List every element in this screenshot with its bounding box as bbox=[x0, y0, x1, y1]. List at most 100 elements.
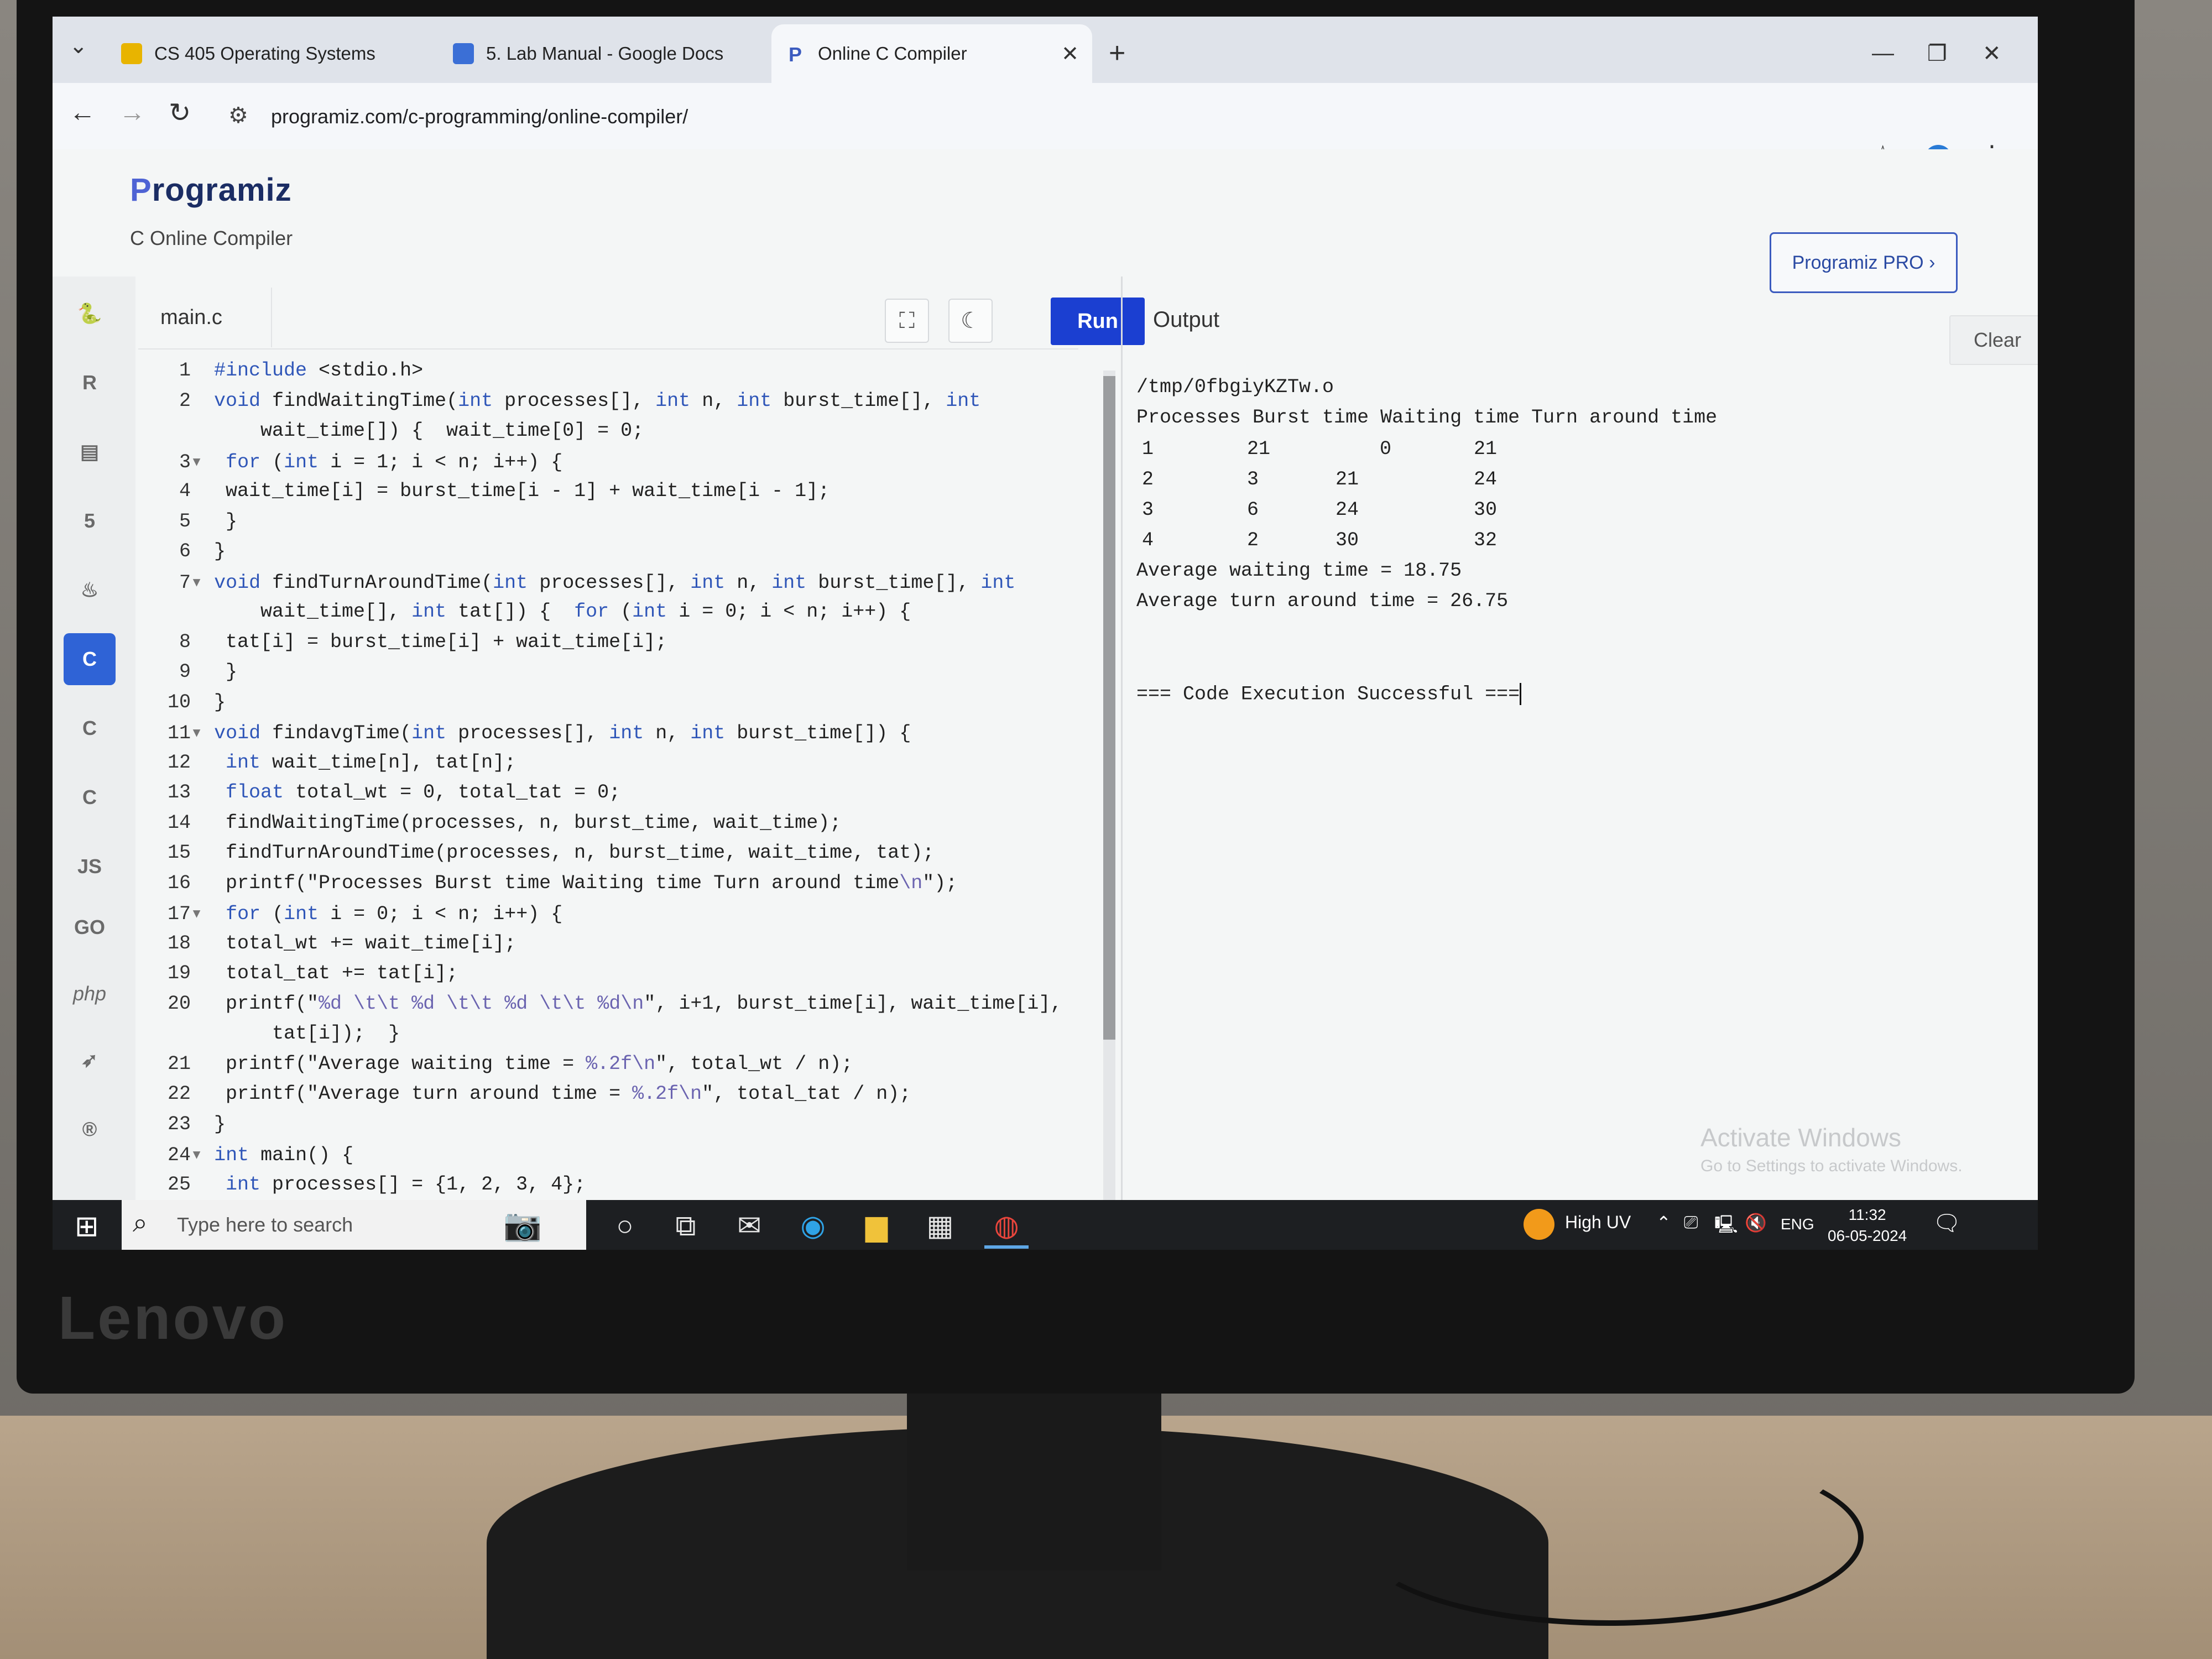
code-line[interactable]: 13 float total_wt = 0, total_tat = 0; bbox=[138, 781, 620, 804]
java-icon[interactable]: ♨ bbox=[64, 564, 116, 616]
sql-icon[interactable]: ▤ bbox=[64, 426, 116, 478]
site-info-icon[interactable]: ⚙ bbox=[228, 103, 248, 128]
code-line[interactable]: 9 } bbox=[138, 661, 237, 683]
fold-caret-icon[interactable]: ▾ bbox=[191, 572, 214, 594]
network-icon[interactable]: 🖳 bbox=[1714, 1212, 1738, 1242]
code-line[interactable]: 12 int wait_time[n], tat[n]; bbox=[138, 752, 516, 774]
notification-icon[interactable]: 🗨 bbox=[1933, 1210, 1961, 1236]
new-tab-button[interactable]: + bbox=[1109, 36, 1125, 70]
dark-mode-icon[interactable]: ☾ bbox=[948, 299, 993, 343]
code-text: float total_wt = 0, total_tat = 0; bbox=[226, 781, 621, 804]
forward-icon[interactable]: → bbox=[119, 97, 145, 128]
php-icon[interactable]: php bbox=[64, 968, 116, 1020]
code-line[interactable]: 14 findWaitingTime(processes, n, burst_t… bbox=[138, 812, 841, 834]
store-icon[interactable]: ▦ bbox=[921, 1207, 959, 1245]
code-line[interactable]: 6 } bbox=[138, 540, 226, 562]
code-line[interactable]: 3▾ for (int i = 1; i < n; i++) { bbox=[138, 450, 562, 473]
code-line[interactable]: 18 total_wt += wait_time[i]; bbox=[138, 932, 516, 954]
cpp-icon[interactable]: C bbox=[64, 702, 116, 754]
js-icon[interactable]: JS bbox=[64, 841, 116, 893]
chrome-icon[interactable]: ◍ bbox=[987, 1207, 1026, 1245]
restore-icon[interactable]: ❐ bbox=[1927, 41, 1947, 66]
clock[interactable]: 11:32 06-05-2024 bbox=[1828, 1204, 1907, 1246]
close-window-icon[interactable]: ✕ bbox=[1983, 41, 2001, 66]
volume-muted-icon[interactable]: 🔇 bbox=[1745, 1212, 1767, 1233]
search-icon: ⌕ bbox=[133, 1208, 148, 1238]
code-line[interactable]: 7▾ void findTurnAroundTime(int processes… bbox=[138, 571, 1015, 594]
mail-icon[interactable]: ✉ bbox=[730, 1207, 769, 1245]
rust-icon[interactable]: ® bbox=[64, 1103, 116, 1155]
html-icon[interactable]: 5 bbox=[64, 495, 116, 547]
editor-scrollbar-thumb[interactable] bbox=[1103, 376, 1115, 1040]
file-tab-main-c[interactable]: main.c bbox=[160, 288, 272, 347]
csharp-icon[interactable]: C bbox=[64, 771, 116, 823]
show-hidden-icons[interactable]: ⌃ bbox=[1656, 1212, 1671, 1233]
edge-icon[interactable]: ◉ bbox=[794, 1207, 832, 1245]
language-indicator[interactable]: ENG bbox=[1781, 1215, 1814, 1233]
code-line[interactable]: 10 } bbox=[138, 691, 226, 713]
code-text: tat[i]); } bbox=[214, 1022, 400, 1045]
code-line[interactable]: 24▾ int main() { bbox=[138, 1143, 353, 1166]
fold-caret-icon[interactable]: ▾ bbox=[191, 722, 214, 744]
code-line[interactable]: 17▾ for (int i = 0; i < n; i++) { bbox=[138, 902, 562, 925]
python-icon[interactable]: 🐍 bbox=[64, 288, 116, 340]
weather-label[interactable]: High UV bbox=[1565, 1212, 1631, 1233]
code-line[interactable]: 4 wait_time[i] = burst_time[i - 1] + wai… bbox=[138, 480, 830, 502]
tab-lab-manual[interactable]: 5. Lab Manual - Google Docs ✕ bbox=[440, 24, 816, 83]
language-rail: 🐍 R ▤ 5 ♨ C C C JS GO php ➶ ® bbox=[53, 276, 135, 1228]
code-line[interactable]: 19 total_tat += tat[i]; bbox=[138, 962, 458, 984]
minimize-icon[interactable]: — bbox=[1872, 41, 1894, 66]
code-line[interactable]: wait_time[], int tat[]) { for (int i = 0… bbox=[138, 601, 911, 623]
code-line[interactable]: 25 int processes[] = {1, 2, 3, 4}; bbox=[138, 1173, 586, 1196]
windows-start-icon[interactable]: ⊞ bbox=[75, 1211, 106, 1242]
code-line[interactable]: 1 #include <stdio.h> bbox=[138, 359, 423, 382]
weather-icon[interactable] bbox=[1524, 1209, 1554, 1240]
programiz-logo[interactable]: Programiz bbox=[130, 171, 292, 208]
code-line[interactable]: 22 printf("Average turn around time = %.… bbox=[138, 1083, 911, 1105]
task-view-icon[interactable]: ⧉ bbox=[666, 1207, 705, 1245]
close-icon[interactable]: ✕ bbox=[1061, 41, 1079, 66]
clear-button[interactable]: Clear bbox=[1949, 315, 2038, 365]
url-field[interactable]: programiz.com/c-programming/online-compi… bbox=[271, 105, 688, 128]
code-line[interactable]: 8 tat[i] = burst_time[i] + wait_time[i]; bbox=[138, 631, 667, 653]
code-line[interactable]: 23 } bbox=[138, 1113, 226, 1135]
docs-icon bbox=[453, 43, 474, 64]
file-explorer-icon[interactable]: ▆ bbox=[857, 1207, 896, 1245]
camera-icon[interactable]: 📷 bbox=[503, 1207, 542, 1243]
tab-cs405[interactable]: CS 405 Operating Systems ✕ bbox=[108, 24, 484, 83]
taskbar-search-box[interactable]: ⌕ Type here to search 📷 bbox=[122, 1200, 586, 1250]
reload-icon[interactable]: ↻ bbox=[169, 97, 191, 128]
code-line[interactable]: 21 printf("Average waiting time = %.2f\n… bbox=[138, 1053, 853, 1075]
code-line[interactable]: 2 void findWaitingTime(int processes[], … bbox=[138, 390, 980, 412]
tab-online-c-compiler[interactable]: P Online C Compiler ✕ bbox=[771, 24, 1092, 83]
code-line[interactable]: 15 findTurnAroundTime(processes, n, burs… bbox=[138, 842, 934, 864]
output-status-line: === Code Execution Successful === bbox=[1136, 683, 1522, 705]
tab-search-icon[interactable]: ⌄ bbox=[69, 33, 88, 59]
code-editor[interactable]: 1 #include <stdio.h> 2 void findWaitingTi… bbox=[138, 359, 1100, 1211]
fold-caret-icon[interactable]: ▾ bbox=[191, 1144, 214, 1166]
output-title: Output bbox=[1153, 307, 1220, 332]
code-text: #include <stdio.h> bbox=[214, 359, 424, 382]
r-icon[interactable]: R bbox=[64, 357, 116, 409]
swift-icon[interactable]: ➶ bbox=[64, 1034, 116, 1086]
code-line[interactable]: 20 printf("%d \t\t %d \t\t %d \t\t %d\n"… bbox=[138, 993, 1062, 1015]
go-icon[interactable]: GO bbox=[64, 901, 116, 953]
code-line[interactable]: 11▾ void findavgTime(int processes[], in… bbox=[138, 721, 911, 744]
pane-divider[interactable] bbox=[1121, 276, 1123, 1250]
fullscreen-icon[interactable]: ⛶ bbox=[885, 299, 929, 343]
cortana-icon[interactable]: ○ bbox=[606, 1207, 644, 1245]
back-icon[interactable]: ← bbox=[69, 97, 96, 128]
c-icon[interactable]: C bbox=[64, 633, 116, 685]
fold-caret-icon[interactable]: ▾ bbox=[191, 903, 214, 925]
code-line[interactable]: 16 printf("Processes Burst time Waiting … bbox=[138, 872, 957, 894]
code-line[interactable]: wait_time[]) { wait_time[0] = 0; bbox=[138, 420, 644, 442]
fold-caret-icon[interactable]: ▾ bbox=[191, 451, 214, 473]
code-line[interactable]: 5 } bbox=[138, 510, 237, 533]
windows-taskbar: ⊞ ⌕ Type here to search 📷 ○ ⧉ ✉ ◉ ▆ ▦ ◍ … bbox=[53, 1200, 2038, 1250]
meet-icon[interactable]: ⎚ bbox=[1684, 1212, 1698, 1233]
code-line[interactable]: tat[i]); } bbox=[138, 1022, 400, 1045]
